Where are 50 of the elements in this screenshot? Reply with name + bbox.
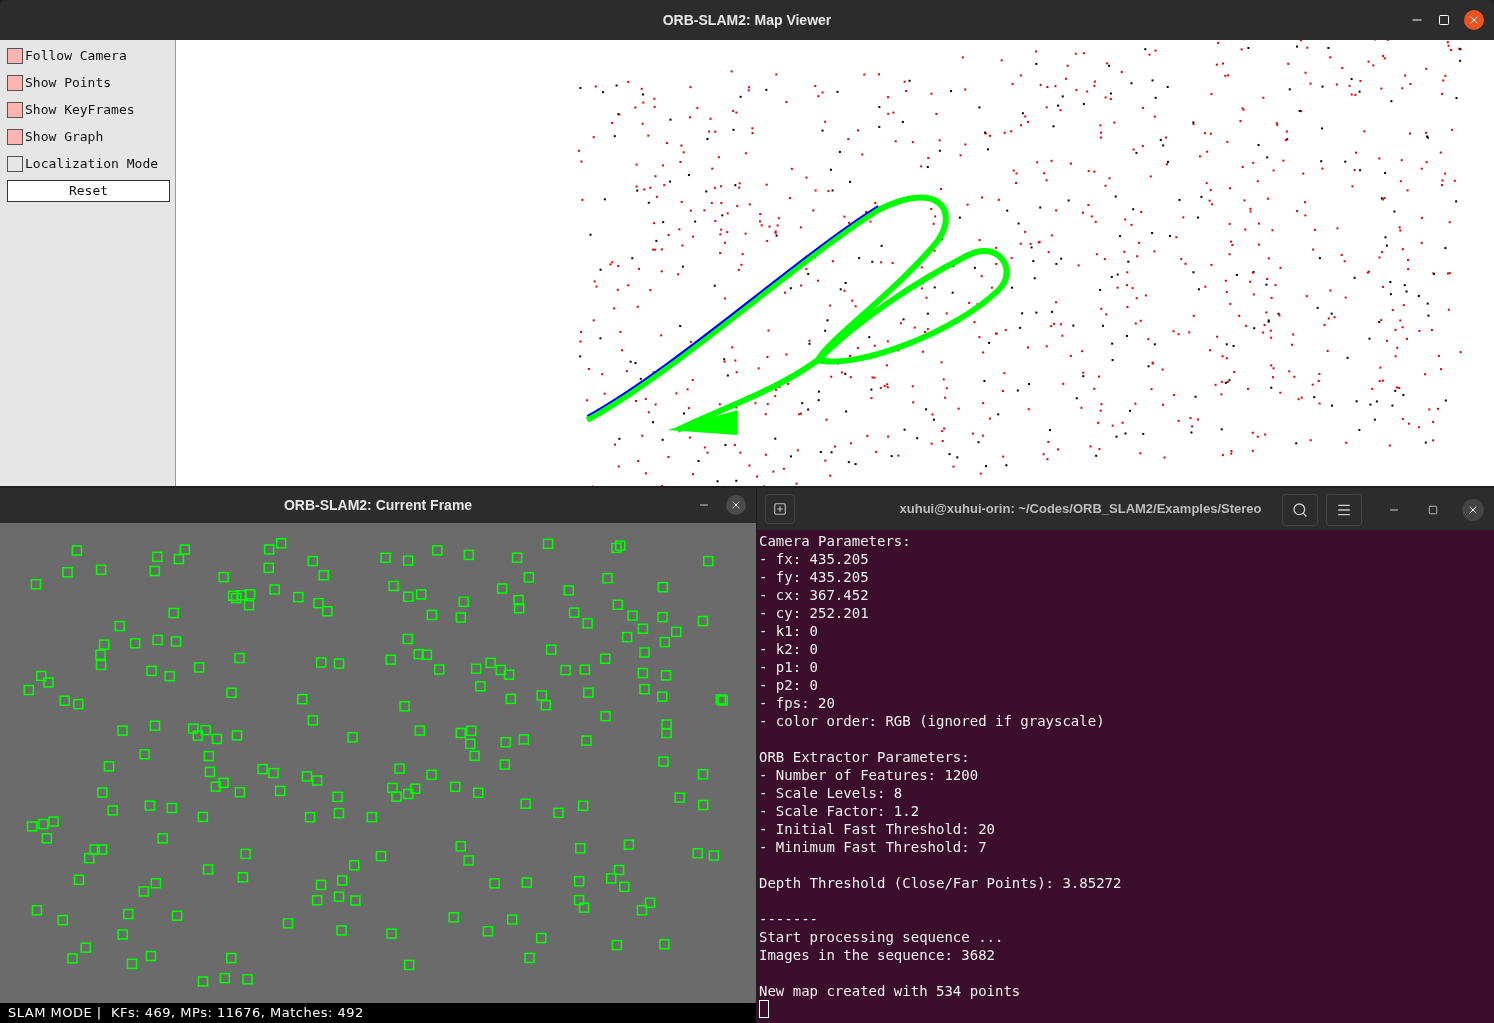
window-title: xuhui@xuhui-orin: ~/Codes/ORB_SLAM2/Examples/Stereo (899, 500, 1262, 519)
terminal-line: - cx: 367.452 (759, 586, 869, 604)
close-icon (1467, 504, 1479, 516)
reset-button[interactable]: Reset (7, 180, 170, 202)
terminal-line: - fps: 20 (759, 694, 835, 712)
window-title: ORB-SLAM2: Map Viewer (662, 10, 832, 30)
terminal-line: ------- (759, 910, 818, 928)
option-label: Show KeyFrames (25, 101, 135, 120)
search-button[interactable] (1282, 494, 1318, 526)
window-title: ORB-SLAM2: Current Frame (283, 496, 473, 515)
terminal-line: - Scale Levels: 8 (759, 784, 903, 802)
option-label: Follow Camera (25, 47, 127, 66)
checkbox[interactable] (7, 102, 23, 118)
option-label: Show Points (25, 74, 112, 93)
checkbox[interactable] (7, 48, 23, 64)
terminal-line: New map created with 534 points (759, 982, 1021, 1000)
terminal-line: - p2: 0 (759, 676, 818, 694)
close-icon (1468, 14, 1480, 26)
menu-icon (1336, 502, 1352, 518)
terminal-line: - p1: 0 (759, 658, 818, 676)
status-text: SLAM MODE | KFs: 469, MPs: 11676, Matches: 492 (8, 1004, 364, 1023)
new-tab-button[interactable] (765, 494, 795, 524)
terminal-line: - k1: 0 (759, 622, 818, 640)
close-button[interactable] (1462, 499, 1484, 521)
terminal-line: ORB Extractor Parameters: (759, 748, 970, 766)
terminal-line: Images in the sequence: 3682 (759, 946, 995, 964)
terminal-line: - k2: 0 (759, 640, 818, 658)
checkbox[interactable] (7, 129, 23, 145)
checkbox[interactable] (7, 75, 23, 91)
terminal-line: - Minimum Fast Threshold: 7 (759, 838, 987, 856)
checkbox[interactable] (7, 156, 23, 172)
terminal-line: - Scale Factor: 1.2 (759, 802, 920, 820)
menu-button[interactable] (1326, 494, 1362, 526)
terminal-line: - Initial Fast Threshold: 20 (759, 820, 995, 838)
close-icon (730, 499, 742, 511)
search-icon (1292, 502, 1308, 518)
new-tab-icon (773, 502, 787, 516)
terminal-line: Start processing sequence ... (759, 928, 1004, 946)
terminal-line: - fy: 435.205 (759, 568, 869, 586)
option-label: Show Graph (25, 128, 104, 147)
option-label: Localization Mode (25, 155, 159, 174)
terminal-line: - color order: RGB (ignored if grayscale) (759, 712, 1105, 730)
terminal-line: - fx: 435.205 (759, 550, 869, 568)
close-button[interactable] (1464, 10, 1484, 30)
terminal-line: - Number of Features: 1200 (759, 766, 979, 784)
terminal-line: Depth Threshold (Close/Far Points): 3.85272 (759, 874, 1122, 892)
close-button[interactable] (726, 495, 746, 515)
terminal-line: Camera Parameters: (759, 532, 911, 550)
text-cursor (759, 1000, 769, 1018)
terminal-line: - cy: 252.201 (759, 604, 869, 622)
